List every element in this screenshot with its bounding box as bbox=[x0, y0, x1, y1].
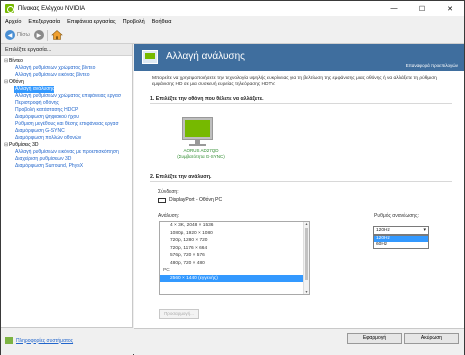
menu-help[interactable]: Βοήθεια bbox=[152, 19, 172, 25]
back-label[interactable]: Πίσω bbox=[17, 32, 30, 38]
tree-item[interactable]: Διαμόρφωση G-SYNC bbox=[1, 128, 132, 135]
system-info-link[interactable]: Πληροφορίες συστήματος bbox=[5, 337, 73, 344]
customize-button[interactable]: Προσαρμογή... bbox=[159, 309, 199, 319]
resolution-list[interactable]: 4 × 3K, 2048 × 1536 1080p, 1920 × 1080 720… bbox=[159, 221, 310, 295]
window-controls: — ☐ ✕ bbox=[380, 1, 464, 16]
tree-item[interactable]: Ρύθμιση μεγέθους και θέσης επιφάνειας ερ… bbox=[1, 121, 132, 128]
connection-row: DisplayPort - Οθόνη PC bbox=[158, 197, 222, 203]
tree-item[interactable]: Διαχείριση ρυθμίσεων 3D bbox=[1, 156, 132, 163]
tree-category[interactable]: ⊟Ρυθμίσεις 3D bbox=[1, 142, 132, 149]
menu-bar: Αρχείο Επεξεργασία Επιφάνεια εργασίας Πρ… bbox=[1, 16, 464, 27]
resolution-label: Ανάλυση: bbox=[158, 213, 180, 219]
toolbar-separator bbox=[46, 29, 48, 41]
resolution-option[interactable]: 2560 × 1440 (εγγενής) bbox=[160, 274, 309, 282]
tree-item[interactable]: Αλλαγή ρυθμίσεων εικόνας βίντεο bbox=[1, 72, 132, 79]
page-title: Αλλαγή ανάλυσης bbox=[166, 51, 245, 62]
task-tree: ⊟Βίντεο Αλλαγή ρυθμίσεων χρώματος βίντεο Α… bbox=[1, 56, 132, 170]
refresh-rate-option[interactable]: 60Hz bbox=[374, 242, 428, 248]
main-content: Αλλαγή ανάλυσης Επαναφορά προεπιλογών Μπ… bbox=[134, 44, 464, 328]
display-settings-icon bbox=[142, 50, 158, 64]
sidebar-header: Επιλέξτε εργασία... bbox=[1, 44, 132, 56]
tree-item[interactable]: Προβολή κατάστασης HDCP bbox=[1, 107, 132, 114]
nvidia-control-panel-window: Πίνακας Ελέγχου NVIDIA — ☐ ✕ Αρχείο Επεξ… bbox=[0, 0, 465, 355]
scroll-down-icon[interactable]: ▼ bbox=[304, 290, 309, 294]
resolution-scrollbar[interactable]: ▲ ▼ bbox=[303, 222, 309, 294]
refresh-rate-value: 120Hz bbox=[376, 228, 390, 233]
tree-item[interactable]: Διαμόρφωση Surround, PhysX bbox=[1, 163, 132, 170]
task-sidebar: Επιλέξτε εργασία... ⊟Βίντεο Αλλαγή ρυθμίσ… bbox=[1, 44, 133, 355]
restore-defaults-link[interactable]: Επαναφορά προεπιλογών bbox=[406, 63, 458, 68]
resolution-option[interactable]: 4 × 3K, 2048 × 1536 bbox=[160, 222, 309, 230]
tree-category-label: Ρυθμίσεις 3D bbox=[9, 142, 39, 148]
tree-item[interactable]: Διαμόρφωση πολλών οθονών bbox=[1, 135, 132, 142]
tree-item-selected[interactable]: Αλλαγή ανάλυσης bbox=[14, 86, 54, 93]
tree-item[interactable]: Περιστροφή οθόνης bbox=[1, 100, 132, 107]
step1-heading: 1. Επιλέξτε την οθόνη που θέλετε να αλλά… bbox=[150, 94, 452, 104]
connection-label: Σύνδεση: bbox=[158, 189, 179, 195]
tree-item[interactable]: Διαμόρφωση ψηφιακού ήχου bbox=[1, 114, 132, 121]
resolution-option[interactable]: 720p, 1176 × 664 bbox=[160, 245, 309, 253]
forward-arrow-icon[interactable]: ▶ bbox=[33, 30, 44, 40]
refresh-rate-label: Ρυθμός ανανέωσης: bbox=[374, 213, 419, 219]
tree-category[interactable]: ⊟Βίντεο bbox=[1, 58, 132, 65]
tree-item[interactable]: Αλλαγή ρυθμίσεων εικόνας με προεπισκόπησ… bbox=[1, 149, 132, 156]
menu-edit[interactable]: Επεξεργασία bbox=[28, 19, 60, 25]
nvidia-logo-icon bbox=[5, 4, 14, 13]
displayport-icon bbox=[158, 197, 166, 203]
monitor-base bbox=[189, 144, 206, 146]
back-arrow-icon[interactable]: ◀ bbox=[5, 30, 15, 40]
resolution-group-header: PC bbox=[163, 268, 170, 273]
close-button[interactable]: ✕ bbox=[436, 1, 464, 16]
tree-item[interactable]: Αλλαγή ρυθμίσεων χρώματος επιφάνειας εργ… bbox=[1, 93, 132, 100]
menu-view[interactable]: Προβολή bbox=[123, 19, 145, 25]
tree-category[interactable]: ⊟Οθόνη bbox=[1, 79, 132, 86]
tree-category-label: Βίντεο bbox=[9, 58, 23, 64]
toolbar: ◀ Πίσω ▶ bbox=[1, 27, 464, 44]
system-info-label[interactable]: Πληροφορίες συστήματος bbox=[16, 338, 73, 344]
cancel-button[interactable]: Ακύρωση bbox=[404, 333, 459, 344]
resolution-option[interactable]: 1080p, 1920 × 1080 bbox=[160, 230, 309, 238]
page-description: Μπορείτε να χρησιμοποιήσετε την τεχνολογ… bbox=[152, 76, 437, 87]
tree-item[interactable]: Αλλαγή ρυθμίσεων χρώματος βίντεο bbox=[1, 65, 132, 72]
home-icon bbox=[51, 30, 64, 40]
resolution-rows: 4 × 3K, 2048 × 1536 1080p, 1920 × 1080 720… bbox=[160, 222, 309, 282]
menu-file[interactable]: Αρχείο bbox=[5, 19, 21, 25]
tree-category-label: Οθόνη bbox=[9, 79, 24, 85]
maximize-button[interactable]: ☐ bbox=[408, 1, 436, 16]
monitor-icon bbox=[182, 117, 213, 140]
apply-button[interactable]: Εφαρμογή bbox=[347, 333, 402, 344]
page-banner: Αλλαγή ανάλυσης Επαναφορά προεπιλογών bbox=[134, 44, 464, 71]
sidebar-footer: Πληροφορίες συστήματος bbox=[1, 327, 133, 355]
refresh-rate-options: 120Hz 60Hz bbox=[373, 235, 429, 249]
resolution-option[interactable]: 576p, 720 × 576 bbox=[160, 252, 309, 260]
resolution-option[interactable]: 480p, 720 × 480 bbox=[160, 260, 309, 268]
chevron-down-icon[interactable]: ▾ bbox=[423, 227, 426, 234]
refresh-rate-select[interactable]: 120Hz ▾ bbox=[373, 226, 429, 235]
monitor-screen bbox=[185, 120, 210, 137]
bottom-bar: Εφαρμογή Ακύρωση bbox=[134, 328, 464, 355]
minimize-button[interactable]: — bbox=[380, 1, 408, 16]
monitor-label: AORUS AD27QD (Συμβατότητα G-SYNC) bbox=[177, 148, 225, 159]
scroll-thumb[interactable] bbox=[305, 228, 308, 280]
connection-value: DisplayPort - Οθόνη PC bbox=[169, 197, 223, 203]
home-button[interactable] bbox=[51, 29, 64, 42]
resolution-option[interactable]: 720p, 1280 × 720 bbox=[160, 237, 309, 245]
menu-desktop[interactable]: Επιφάνεια εργασίας bbox=[67, 19, 116, 25]
scroll-up-icon[interactable]: ▲ bbox=[304, 222, 309, 226]
system-info-icon bbox=[5, 337, 13, 344]
window-title: Πίνακας Ελέγχου NVIDIA bbox=[18, 5, 86, 12]
step2-heading: 2. Επιλέξτε την ανάλυση. bbox=[150, 172, 452, 182]
title-bar[interactable]: Πίνακας Ελέγχου NVIDIA — ☐ ✕ bbox=[1, 1, 464, 16]
